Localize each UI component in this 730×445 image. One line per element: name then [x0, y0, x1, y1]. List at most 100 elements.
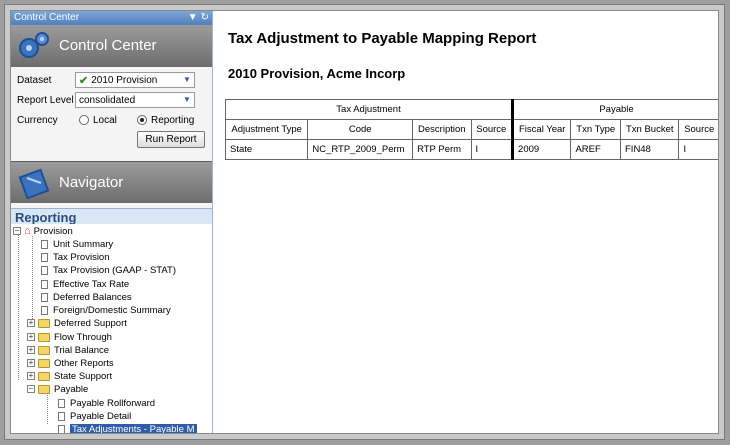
tree-folder-payable[interactable]: − Payable [27, 383, 88, 396]
tree-item-label: Payable Detail [70, 411, 132, 422]
navigator-banner: Navigator [11, 161, 212, 203]
expand-toggle-icon[interactable]: + [27, 319, 35, 328]
table-row: State NC_RTP_2009_Perm RTP Perm I 2009 A… [224, 139, 718, 160]
home-icon: ⌂ [24, 225, 31, 237]
gears-icon [17, 30, 51, 66]
report-icon [41, 265, 48, 275]
table-header-row: Adjustment Type Code Description Source … [224, 119, 718, 140]
refresh-icon[interactable]: ↻ [201, 11, 209, 25]
report-icon [58, 411, 65, 421]
table-cell: AREF [570, 139, 621, 160]
report-table: Tax Adjustment Payable Adjustment Type C… [224, 99, 718, 160]
tree-item-label-selected: Tax Adjustments - Payable M [70, 424, 197, 434]
currency-local-label: Local [93, 114, 117, 126]
report-icon [41, 305, 48, 315]
tree-folder-deferred-support[interactable]: + Deferred Support [27, 317, 127, 330]
tree-line [47, 392, 48, 424]
navigator-title: Navigator [59, 174, 124, 191]
check-icon: ✔ [79, 74, 89, 87]
currency-reporting-radio[interactable] [137, 115, 147, 125]
folder-open-icon [38, 384, 50, 394]
collapse-icon[interactable]: ▼ [188, 11, 198, 25]
expand-toggle-icon[interactable]: + [27, 346, 35, 355]
dataset-panel: Dataset ✔ 2010 Provision ▼ Report Level … [11, 67, 212, 161]
currency-reporting-label: Reporting [151, 114, 195, 126]
tree-item-tax-provision-gaap-stat[interactable]: Tax Provision (GAAP - STAT) [41, 264, 176, 277]
report-icon [58, 398, 65, 408]
control-center-banner: Control Center [11, 25, 212, 67]
panel-title: Control Center [14, 12, 80, 23]
app-frame: Control Center ▼ ↻ Control Center Datase… [4, 4, 725, 440]
tree-folder-label: Other Reports [54, 358, 114, 369]
tree-item-foreign-domestic-summary[interactable]: Foreign/Domestic Summary [41, 304, 171, 317]
tree-folder-flow-through[interactable]: + Flow Through [27, 331, 112, 344]
tree-folder-other-reports[interactable]: + Other Reports [27, 357, 114, 370]
tree-item-unit-summary[interactable]: Unit Summary [41, 238, 113, 251]
column-header: Code [307, 119, 414, 140]
tree-folder-trial-balance[interactable]: + Trial Balance [27, 344, 109, 357]
dataset-value: 2010 Provision [91, 74, 158, 86]
folder-icon [38, 371, 50, 381]
report-icon [58, 424, 65, 433]
column-header: Txn Type [570, 119, 621, 140]
tree-folder-label: Deferred Support [54, 318, 127, 329]
report-view: Tax Adjustment to Payable Mapping Report… [223, 11, 718, 433]
table-cell: RTP Perm [412, 139, 472, 160]
tree-item-effective-tax-rate[interactable]: Effective Tax Rate [41, 278, 129, 291]
report-title: Tax Adjustment to Payable Mapping Report [228, 30, 537, 47]
tree-folder-label: State Support [54, 371, 113, 382]
column-header: Txn Bucket [619, 119, 680, 140]
banner-title: Control Center [59, 37, 157, 54]
table-cell: I [470, 139, 515, 160]
collapse-toggle-icon[interactable]: − [13, 227, 21, 236]
chevron-down-icon[interactable]: ▼ [182, 95, 192, 105]
table-cell: NC_RTP_2009_Perm [307, 139, 414, 160]
tree-item-tax-adjustments-payable[interactable]: Tax Adjustments - Payable M [58, 423, 197, 434]
tree-item-payable-rollforward[interactable]: Payable Rollforward [58, 397, 155, 410]
control-center-panel: Control Center ▼ ↻ Control Center Datase… [11, 11, 213, 434]
tree-item-tax-provision[interactable]: Tax Provision [41, 251, 110, 264]
group-header-tax-adjustment: Tax Adjustment [224, 99, 515, 120]
dataset-select[interactable]: ✔ 2010 Provision ▼ [75, 72, 195, 88]
tree-folder-label: Payable [54, 384, 89, 395]
report-level-label: Report Level [17, 94, 74, 106]
report-icon [41, 239, 48, 249]
tree-item-payable-detail[interactable]: Payable Detail [58, 410, 131, 423]
folder-icon [38, 318, 50, 328]
report-icon [41, 252, 48, 262]
table-cell: FIN48 [619, 139, 680, 160]
column-header: Description [412, 119, 472, 140]
expand-toggle-icon[interactable]: + [27, 333, 35, 342]
currency-label: Currency [17, 114, 58, 126]
currency-local-radio[interactable] [79, 115, 89, 125]
dataset-label: Dataset [17, 74, 52, 86]
book-icon [17, 167, 51, 203]
chevron-down-icon[interactable]: ▼ [182, 75, 192, 85]
tree-item-label: Foreign/Domestic Summary [53, 305, 171, 316]
group-header-payable: Payable [512, 99, 718, 120]
tree-folder-label: Flow Through [54, 332, 112, 343]
tree-node-label: Provision [33, 226, 73, 237]
expand-toggle-icon[interactable]: + [27, 359, 35, 368]
column-header: Source [470, 119, 515, 140]
tree-item-label: Tax Provision (GAAP - STAT) [53, 265, 176, 276]
tree-item-label: Effective Tax Rate [53, 279, 130, 290]
folder-icon [38, 358, 50, 368]
collapse-toggle-icon[interactable]: − [27, 385, 35, 394]
tree-item-deferred-balances[interactable]: Deferred Balances [41, 291, 132, 304]
table-group-header-row: Tax Adjustment Payable [224, 99, 718, 120]
report-icon [41, 292, 48, 302]
tree-line [32, 236, 33, 321]
column-header: Source [678, 119, 718, 140]
table-cell: State [224, 139, 309, 160]
tree-folder-state-support[interactable]: + State Support [27, 370, 112, 383]
tree-folder-label: Trial Balance [54, 345, 110, 356]
report-level-select[interactable]: consolidated ▼ [75, 92, 195, 108]
tree-line [18, 232, 19, 380]
tree-item-label: Unit Summary [53, 239, 114, 250]
run-report-button[interactable]: Run Report [137, 131, 205, 148]
expand-toggle-icon[interactable]: + [27, 372, 35, 381]
table-cell: I [678, 139, 718, 160]
tree-node-provision[interactable]: − ⌂ Provision [13, 225, 73, 238]
folder-icon [38, 332, 50, 342]
